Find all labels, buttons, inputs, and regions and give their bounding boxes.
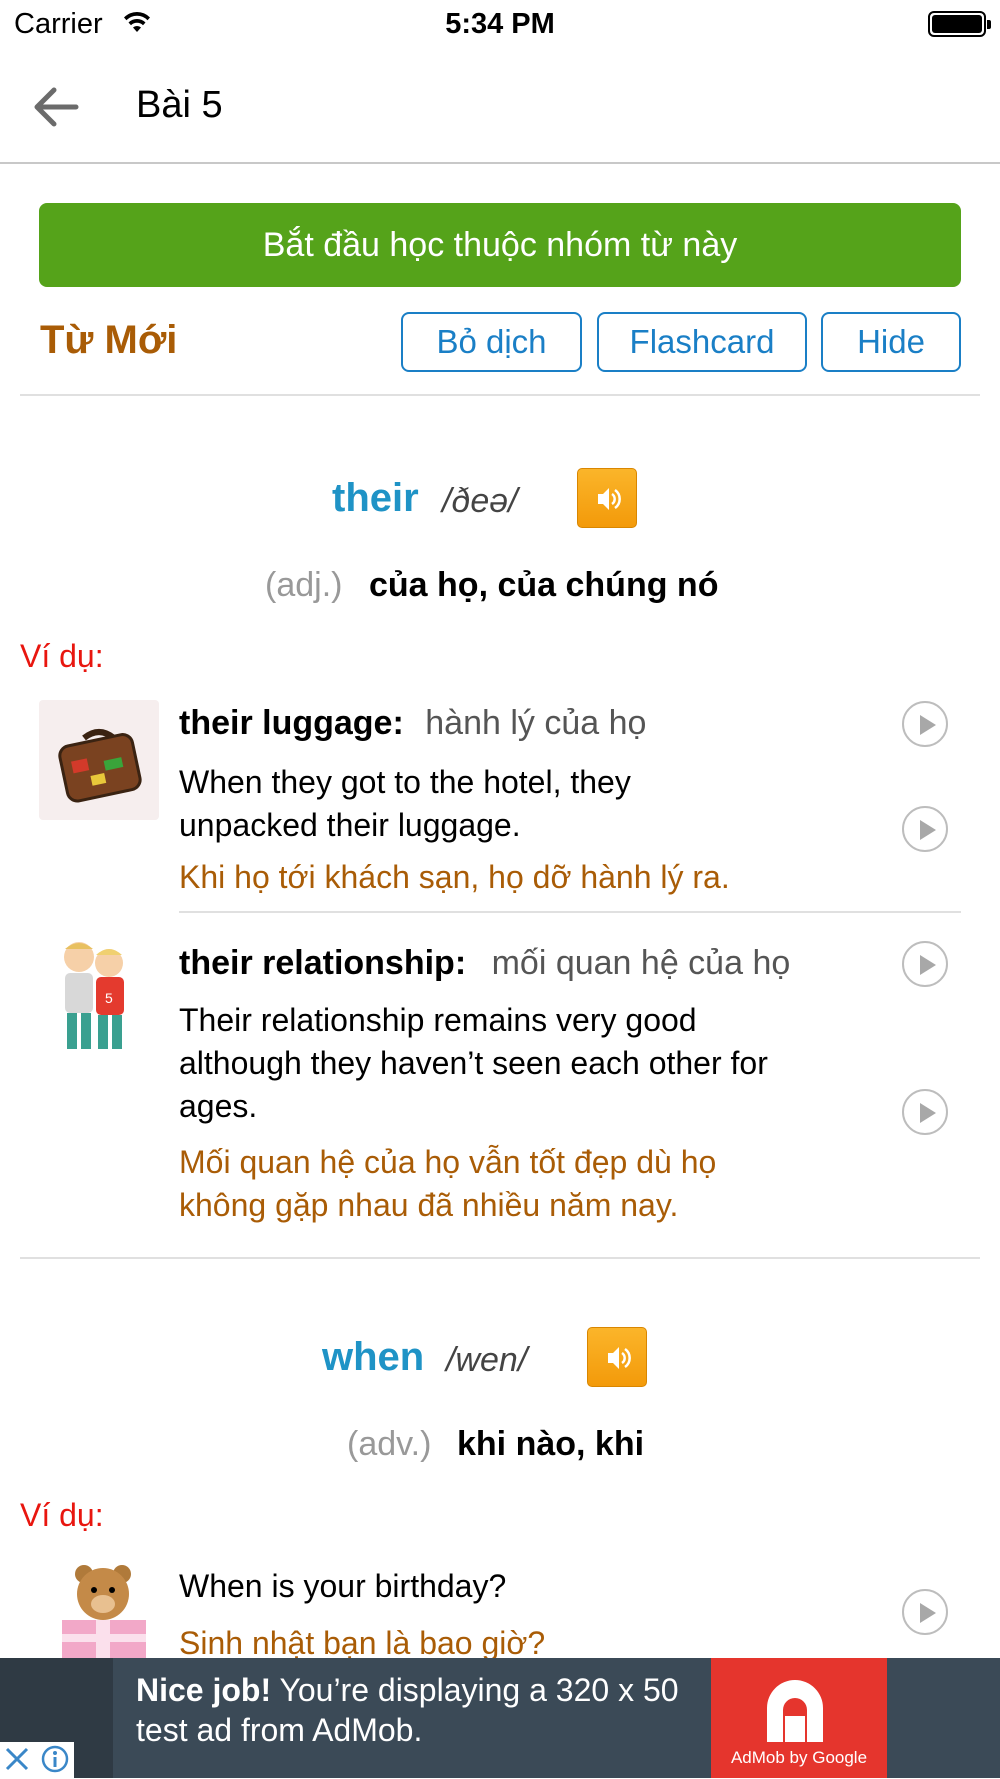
status-bar: Carrier 5:34 PM	[0, 0, 1000, 50]
word-divider	[20, 1257, 980, 1259]
speaker-button[interactable]	[577, 468, 637, 528]
part-of-speech: (adv.)	[347, 1425, 432, 1463]
word-term: when	[322, 1335, 425, 1379]
example-label: Ví dụ:	[20, 1497, 104, 1533]
play-sentence-button[interactable]	[902, 806, 948, 852]
hide-button[interactable]: Hide	[821, 312, 961, 372]
play-sentence-button[interactable]	[902, 1589, 948, 1635]
word-meaning: của họ, của chúng nó	[369, 566, 719, 604]
play-icon	[920, 1103, 936, 1123]
clock: 5:34 PM	[445, 8, 555, 40]
speaker-button[interactable]	[587, 1327, 647, 1387]
play-icon	[920, 715, 936, 735]
ad-headline: Nice job!	[136, 1672, 272, 1708]
hide-translation-button[interactable]: Bỏ dịch	[401, 312, 582, 372]
page-title: Bài 5	[136, 84, 223, 126]
start-learning-button[interactable]: Bắt đầu học thuộc nhóm từ này	[39, 203, 961, 287]
arrow-left-icon	[34, 87, 79, 127]
play-icon	[920, 820, 936, 840]
ad-brand: AdMob by Google	[730, 1748, 868, 1767]
admob-logo-icon	[755, 1672, 835, 1752]
close-icon[interactable]	[2, 1744, 32, 1779]
example-sentence-line: When is your birthday?	[179, 1568, 507, 1604]
section-divider	[20, 394, 980, 396]
ad-controls	[0, 1742, 74, 1778]
word-term: their	[332, 476, 419, 520]
play-phrase-button[interactable]	[902, 701, 948, 747]
example-sentence-line: ages.	[179, 1088, 258, 1124]
example-phrase-term: their relationship:	[179, 944, 467, 982]
example-translation-line: Khi họ tới khách sạn, họ dỡ hành lý ra.	[179, 859, 730, 895]
friends-icon: 5	[39, 935, 149, 1065]
example-sentence: When they got to the hotel, they unpacke…	[179, 761, 631, 847]
example-sentence-line: although they haven’t seen each other fo…	[179, 1045, 768, 1081]
battery-icon	[928, 11, 991, 37]
svg-text:5: 5	[105, 990, 113, 1006]
play-phrase-button[interactable]	[902, 941, 948, 987]
info-icon[interactable]	[40, 1744, 70, 1779]
teddy-bear-gift-icon	[44, 1562, 159, 1662]
example-phrase: their luggage: hành lý của họ	[179, 704, 646, 743]
play-icon	[920, 955, 936, 975]
example-translation: Mối quan hệ của họ vẫn tốt đẹp dù họ khô…	[179, 1141, 716, 1227]
example-sentence: When is your birthday?	[179, 1565, 506, 1608]
play-sentence-button[interactable]	[902, 1089, 948, 1135]
word-meaning: khi nào, khi	[457, 1425, 645, 1463]
example-translation: Khi họ tới khách sạn, họ dỡ hành lý ra.	[179, 856, 730, 899]
back-button[interactable]	[28, 82, 86, 132]
word-phonetic: /ðeə/	[442, 482, 518, 520]
example-phrase-translation: hành lý của họ	[425, 704, 647, 742]
example-divider	[179, 911, 961, 913]
speaker-icon	[598, 488, 621, 510]
part-of-speech: (adj.)	[265, 566, 343, 604]
example-phrase-term: their luggage:	[179, 704, 404, 742]
play-icon	[920, 1603, 936, 1623]
speaker-icon	[608, 1347, 631, 1369]
luggage-icon	[39, 700, 159, 820]
example-sentence-line: When they got to the hotel, they	[179, 764, 631, 800]
word-phonetic: /wen/	[446, 1341, 528, 1379]
flashcard-button[interactable]: Flashcard	[597, 312, 807, 372]
section-title: Từ Mới	[40, 318, 178, 362]
example-sentence: Their relationship remains very good alt…	[179, 999, 768, 1128]
example-sentence-line: Their relationship remains very good	[179, 1002, 697, 1038]
ad-text[interactable]: Nice job! You’re displaying a 320 x 50 t…	[136, 1670, 716, 1750]
example-translation-line: không gặp nhau đã nhiều năm nay.	[179, 1187, 679, 1223]
nav-divider	[0, 162, 1000, 164]
example-sentence-line: unpacked their luggage.	[179, 807, 521, 843]
example-phrase-translation: mối quan hệ của họ	[491, 944, 791, 982]
example-label: Ví dụ:	[20, 638, 104, 674]
example-phrase: their relationship: mối quan hệ của họ	[179, 944, 790, 983]
example-translation-line: Mối quan hệ của họ vẫn tốt đẹp dù họ	[179, 1144, 717, 1180]
